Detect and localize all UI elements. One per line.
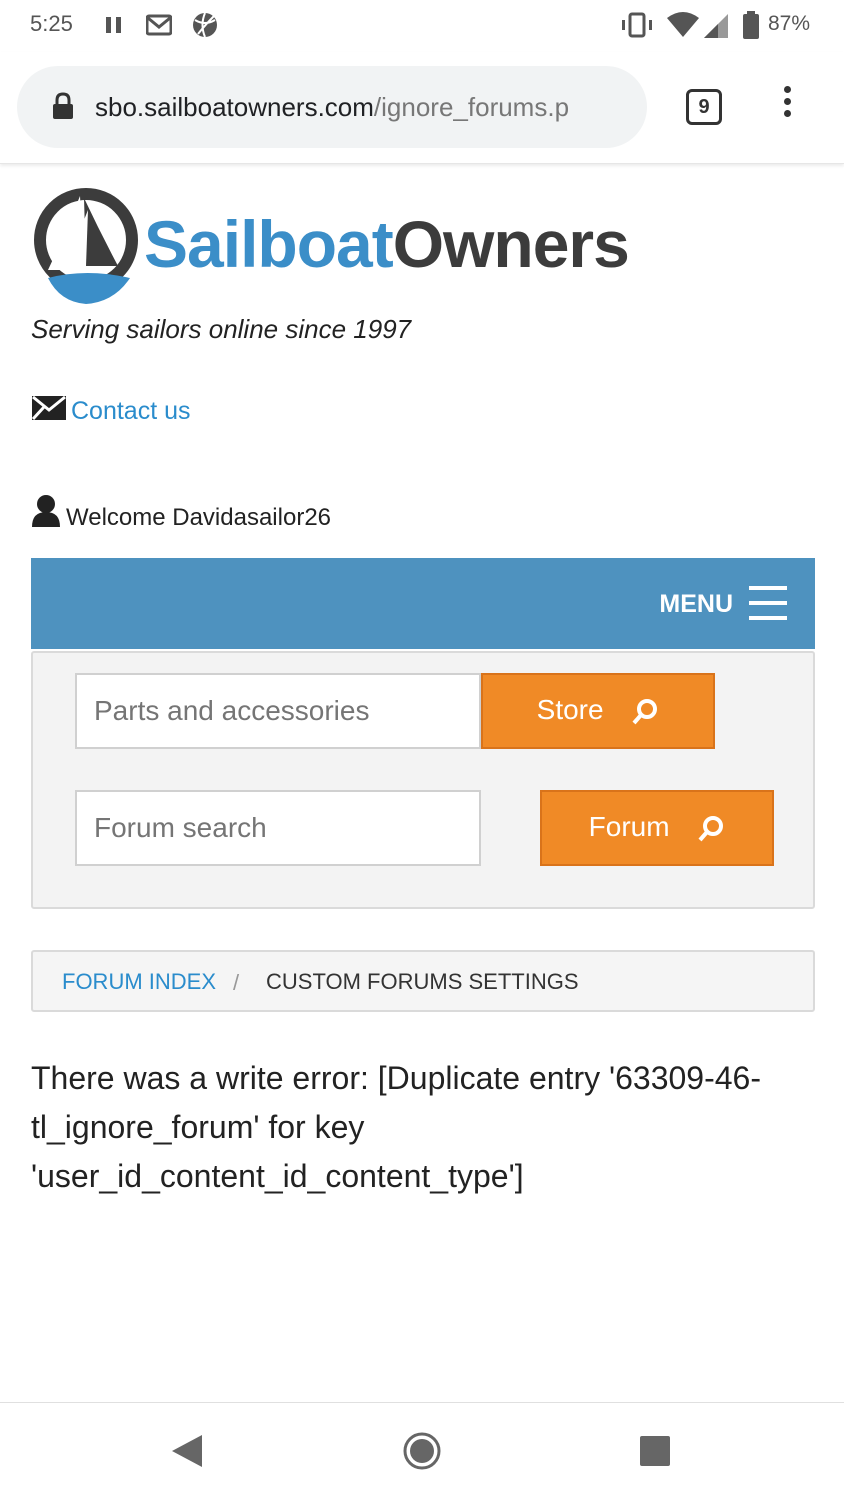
forum-search-input[interactable]	[75, 790, 481, 866]
user-icon	[32, 495, 60, 527]
signal-icon	[704, 14, 728, 38]
android-nav-bar	[0, 1402, 844, 1500]
hamburger-menu-icon[interactable]	[749, 586, 787, 622]
search-icon	[632, 698, 658, 724]
url-domain: sbo.sailboatowners.com	[95, 92, 374, 122]
site-logo[interactable]: SailboatOwners	[34, 186, 674, 308]
forum-search-button[interactable]: Forum	[540, 790, 774, 866]
url-text[interactable]: sbo.sailboatowners.com/ignore_forums.p	[95, 92, 630, 123]
url-path: /ignore_forums.p	[373, 92, 570, 122]
lock-icon	[53, 92, 73, 119]
store-search-input[interactable]	[75, 673, 481, 749]
menu-label[interactable]: MENU	[659, 590, 733, 619]
gmail-icon	[146, 14, 172, 36]
recents-icon[interactable]	[638, 1434, 672, 1468]
site-tagline: Serving sailors online since 1997	[31, 314, 412, 344]
contact-us-link[interactable]: Contact us	[71, 397, 191, 426]
battery-icon	[743, 11, 759, 39]
vibrate-icon	[622, 12, 652, 38]
store-button-label: Store	[536, 694, 604, 725]
menu-bar[interactable]: MENU	[31, 558, 815, 649]
status-time: 5:25	[30, 11, 73, 36]
envelope-icon	[31, 395, 66, 421]
tab-switcher-button[interactable]: 9	[686, 89, 722, 125]
basketball-icon	[193, 12, 217, 38]
breadcrumb: FORUM INDEX / CUSTOM FORUMS SETTINGS	[31, 950, 815, 1012]
status-bar: 5:25 87%	[0, 0, 844, 52]
search-icon	[698, 815, 724, 841]
back-icon[interactable]	[170, 1433, 204, 1469]
breadcrumb-current: CUSTOM FORUMS SETTINGS	[266, 969, 579, 994]
welcome-text: Welcome Davidasailor26	[66, 504, 332, 531]
battery-percent: 87%	[768, 12, 811, 35]
error-message: There was a write error: [Duplicate entr…	[31, 1060, 761, 1194]
search-panel: Store Forum	[31, 651, 815, 909]
sailboat-logo-icon	[34, 188, 138, 304]
pause-icon	[106, 17, 121, 33]
wifi-icon	[667, 12, 699, 37]
store-search-button[interactable]: Store	[481, 673, 715, 749]
home-icon[interactable]	[402, 1431, 442, 1471]
more-options-icon[interactable]	[772, 86, 802, 126]
browser-toolbar: sbo.sailboatowners.com/ignore_forums.p 9	[0, 52, 844, 164]
address-bar[interactable]: sbo.sailboatowners.com/ignore_forums.p	[17, 66, 647, 148]
breadcrumb-separator: /	[233, 970, 240, 995]
logo-wordmark: SailboatOwners	[144, 207, 630, 281]
breadcrumb-forum-index[interactable]: FORUM INDEX	[62, 969, 216, 995]
forum-button-label: Forum	[588, 811, 670, 842]
